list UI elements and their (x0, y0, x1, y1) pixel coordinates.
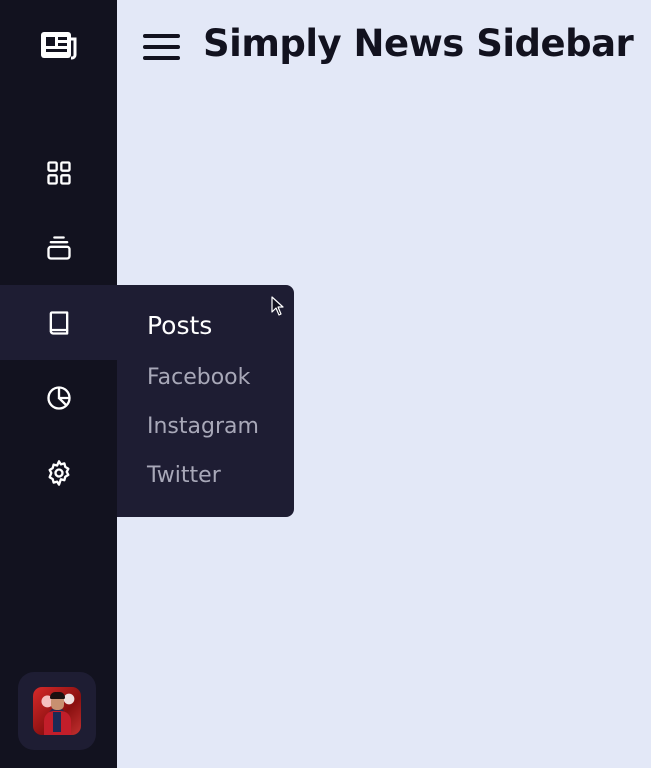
sidebar-item-stack[interactable] (0, 210, 117, 285)
mouse-cursor-icon (271, 296, 284, 316)
flyout-link-instagram[interactable]: Instagram (147, 414, 259, 439)
avatar (33, 687, 81, 735)
flyout-link-facebook[interactable]: Facebook (147, 365, 250, 390)
hamburger-menu-icon[interactable] (143, 32, 180, 62)
gear-icon (48, 459, 70, 486)
sidebar-item-analytics[interactable] (0, 360, 117, 435)
sidebar-item-dashboard[interactable] (0, 135, 117, 210)
stack-icon (46, 235, 71, 260)
sidebar-item-settings[interactable] (0, 435, 117, 510)
sidebar-item-posts[interactable] (0, 285, 117, 360)
pie-chart-icon (46, 385, 71, 410)
newspaper-icon[interactable] (39, 29, 79, 61)
page-title: Simply News Sidebar (203, 22, 634, 65)
book-icon (49, 310, 68, 335)
posts-flyout-menu: Posts Facebook Instagram Twitter (117, 285, 294, 517)
sidebar (0, 0, 117, 768)
flyout-title: Posts (147, 311, 213, 340)
avatar-button[interactable] (18, 672, 96, 750)
grid-icon (46, 160, 71, 185)
flyout-link-twitter[interactable]: Twitter (147, 463, 221, 488)
